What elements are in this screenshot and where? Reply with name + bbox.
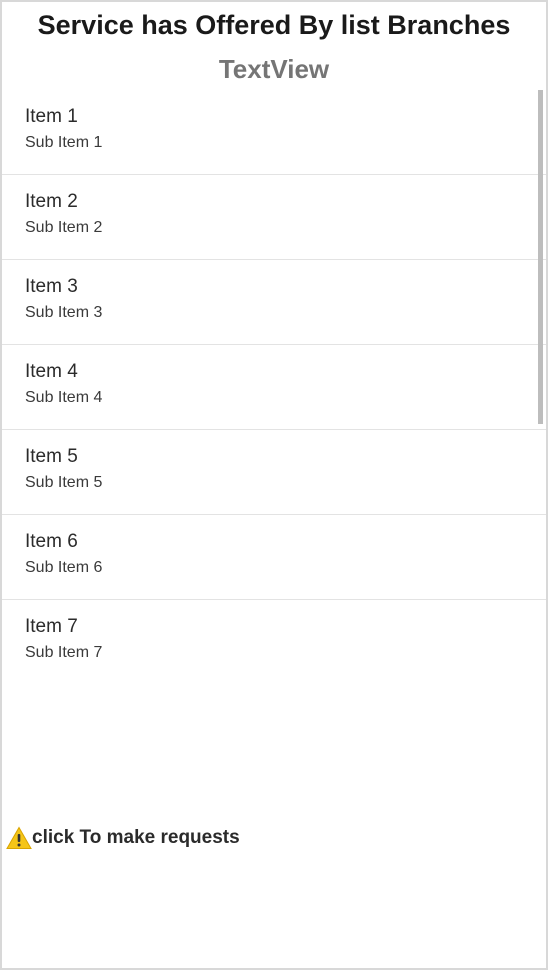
page-title: Service has Offered By list Branches: [37, 10, 511, 40]
list-item-subtitle: Sub Item 3: [25, 304, 103, 321]
branch-list[interactable]: Item 1 Sub Item 1 Item 2 Sub Item 2 Item…: [2, 90, 546, 690]
list-item-title: Item 3: [25, 276, 78, 297]
list-scrollbar[interactable]: [538, 90, 543, 424]
list-item-subtitle: Sub Item 4: [25, 389, 103, 406]
list-item-title: Item 7: [25, 616, 78, 637]
make-request-link[interactable]: click To make requests: [6, 826, 240, 850]
list-item[interactable]: Item 4 Sub Item 4: [2, 345, 546, 430]
list-item-subtitle: Sub Item 2: [25, 219, 103, 236]
list-item[interactable]: Item 5 Sub Item 5: [2, 430, 546, 515]
list-item-subtitle: Sub Item 6: [25, 559, 103, 576]
text-view-label: TextView: [218, 54, 330, 84]
list-item-title: Item 4: [25, 361, 78, 382]
list-item-title: Item 2: [25, 191, 78, 212]
list-item-subtitle: Sub Item 5: [25, 474, 103, 491]
list-item[interactable]: Item 7 Sub Item 7: [2, 600, 546, 684]
app-screen: Service has Offered By list Branches Tex…: [0, 0, 548, 970]
list-item[interactable]: Item 1 Sub Item 1: [2, 90, 546, 175]
warning-icon: [6, 826, 32, 850]
list-item-subtitle: Sub Item 1: [25, 134, 103, 151]
list-item[interactable]: Item 6 Sub Item 6: [2, 515, 546, 600]
list-item-subtitle: Sub Item 7: [25, 644, 103, 661]
make-request-label: click To make requests: [32, 827, 240, 848]
list-item-title: Item 5: [25, 446, 78, 467]
list-item-title: Item 6: [25, 531, 78, 552]
list-item[interactable]: Item 3 Sub Item 3: [2, 260, 546, 345]
list-item[interactable]: Item 2 Sub Item 2: [2, 175, 546, 260]
list-item-title: Item 1: [25, 106, 78, 127]
